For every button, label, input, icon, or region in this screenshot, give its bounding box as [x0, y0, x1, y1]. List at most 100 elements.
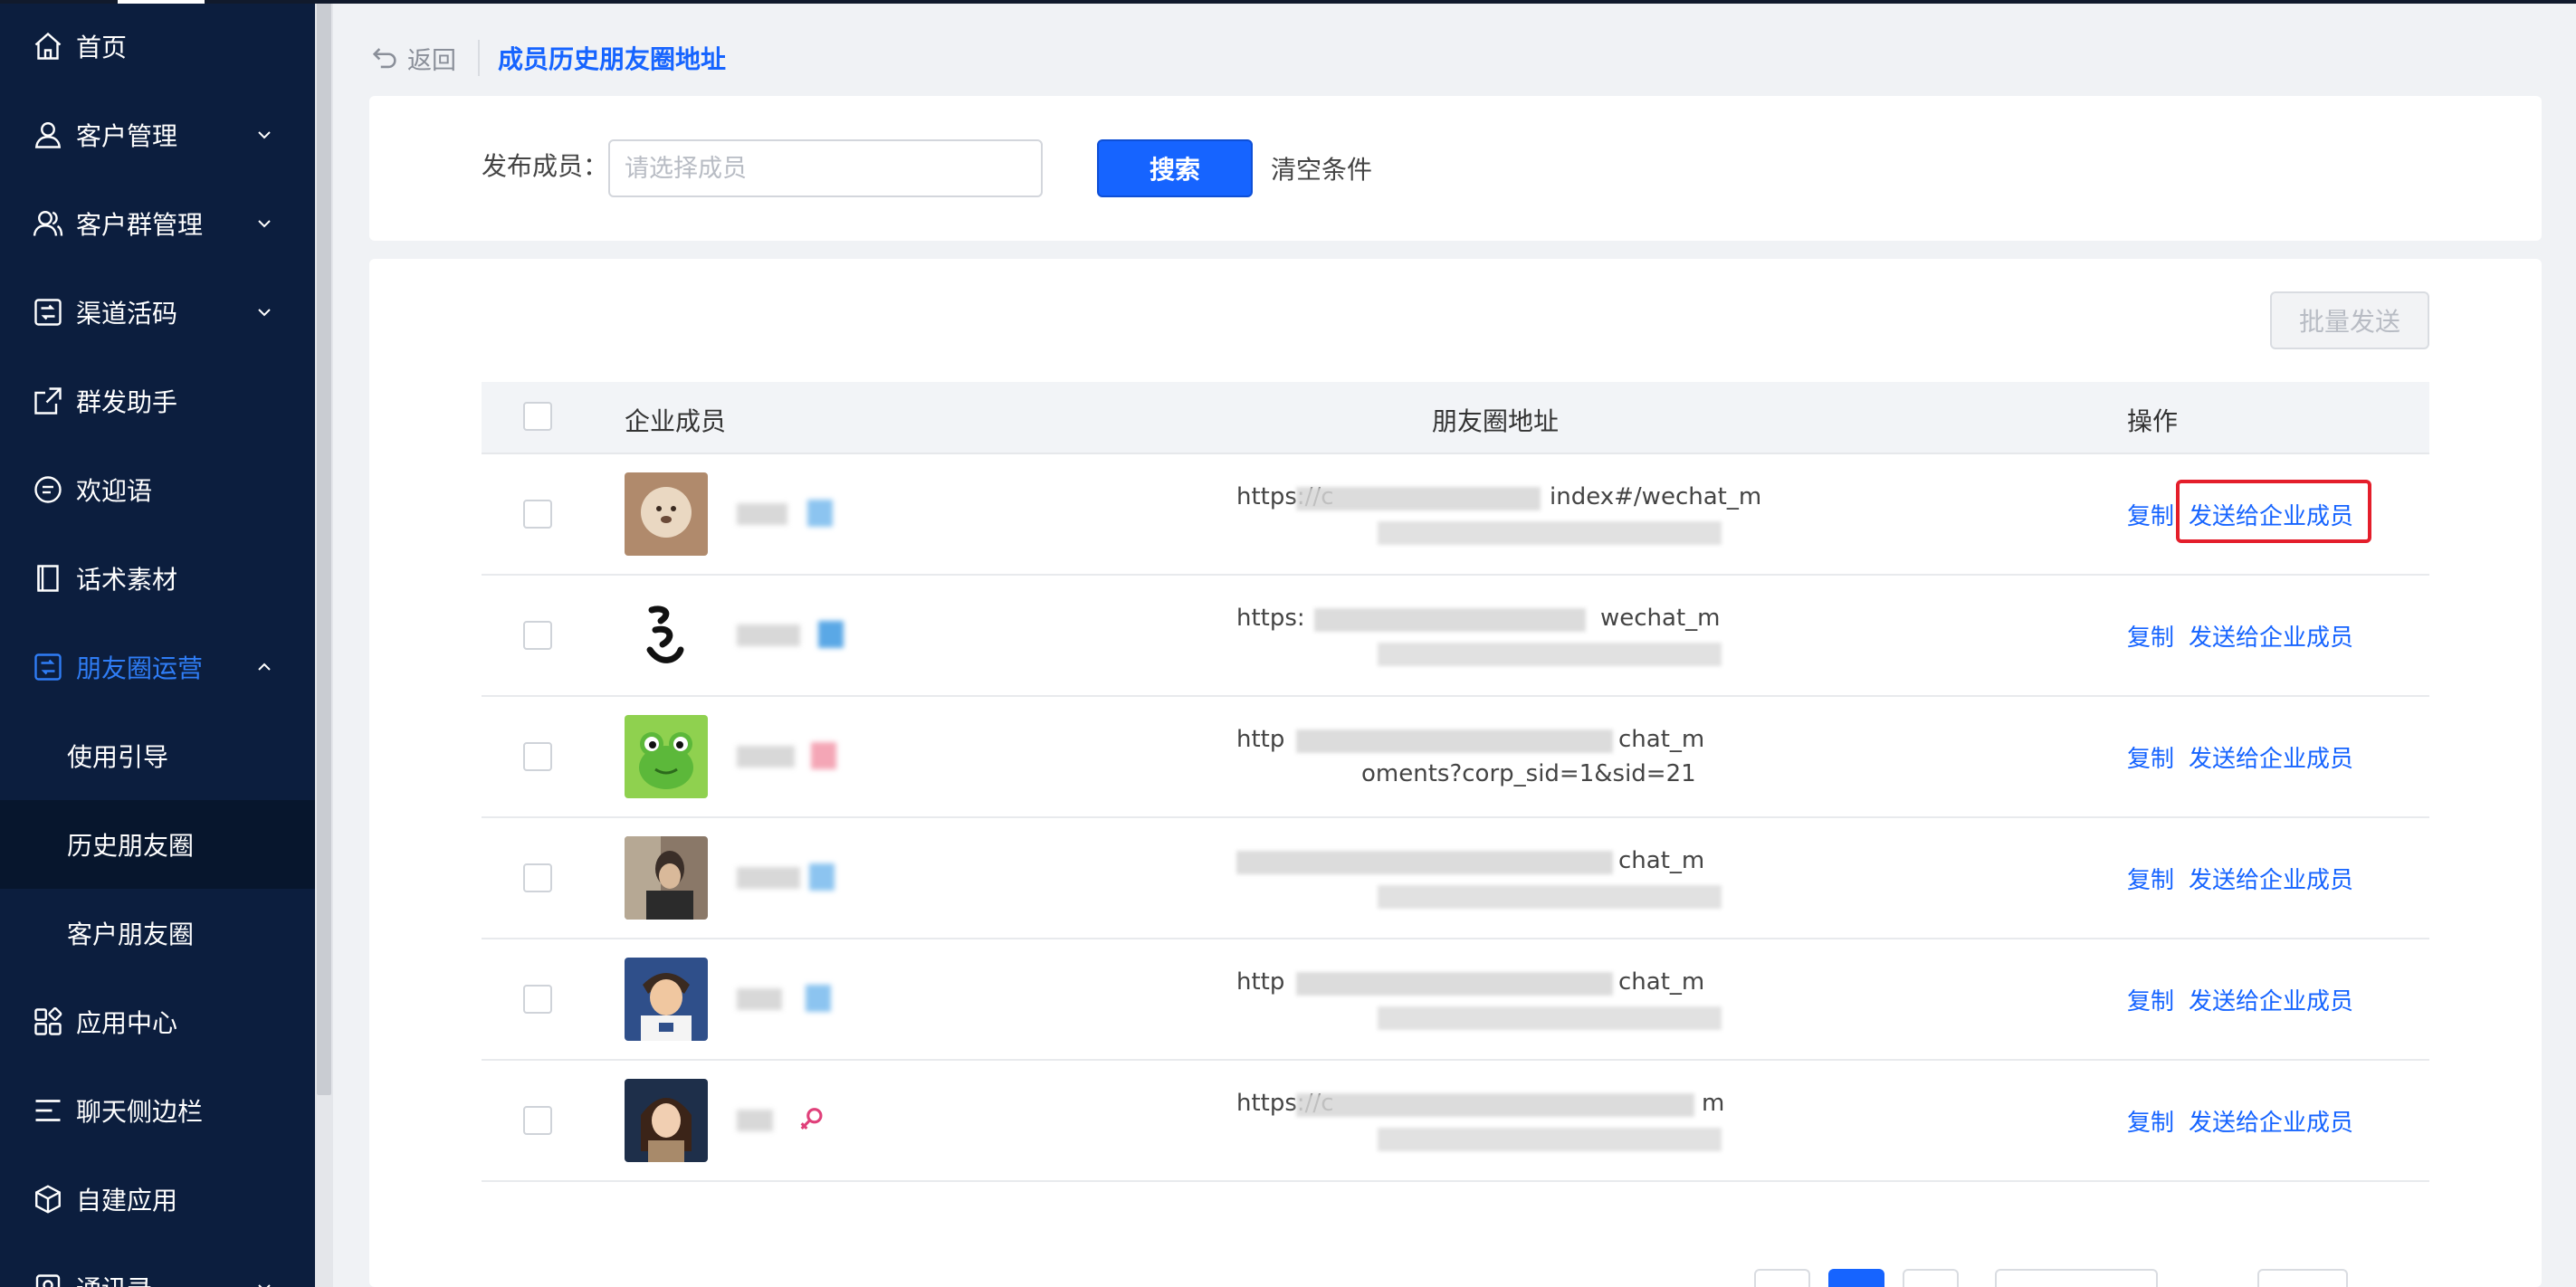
copy-link[interactable]: 复制 [2127, 1104, 2174, 1138]
moments-url-line-end: chat_m [1618, 847, 1705, 874]
url-redaction [1378, 885, 1722, 909]
avatar [625, 594, 708, 677]
send-to-member-link[interactable]: 发送给企业成员 [2189, 740, 2353, 774]
table-row: http chat_m oments?corp_sid=1&sid=21 复制 … [482, 697, 2429, 818]
sidebar-item-customer-management[interactable]: 客户管理 [0, 91, 315, 179]
row-checkbox[interactable] [523, 500, 552, 529]
back-button[interactable]: 返回 [369, 38, 456, 78]
pagination-page-current[interactable] [1828, 1269, 1884, 1287]
avatar [625, 1079, 708, 1162]
sidebar-item-contacts[interactable]: 通讯录 [0, 1244, 315, 1287]
sidebar-item-mass-send[interactable]: 群发助手 [0, 357, 315, 445]
pagination-size-select[interactable] [1995, 1269, 2158, 1287]
sidebar-item-label: 客户群管理 [76, 210, 204, 240]
row-checkbox[interactable] [523, 742, 552, 771]
publisher-select-input[interactable] [608, 139, 1043, 197]
sidebar-item-label: 应用中心 [76, 1008, 178, 1038]
url-redaction [1378, 1006, 1722, 1030]
column-header-actions: 操作 [2127, 406, 2179, 436]
avatar [625, 958, 708, 1041]
chevron-down-icon [258, 220, 271, 228]
sidebar-item-channel-qrcode[interactable]: 渠道活码 [0, 268, 315, 357]
menu-lines-icon [31, 1093, 65, 1128]
row-checkbox[interactable] [523, 621, 552, 650]
copy-link[interactable]: 复制 [2127, 862, 2174, 895]
sidebar-item-scripts[interactable]: 话术素材 [0, 534, 315, 623]
pagination-next-button[interactable] [1903, 1269, 1959, 1287]
pagination-prev-button[interactable] [1754, 1269, 1810, 1287]
moments-url-line-end: chat_m [1618, 968, 1705, 996]
back-arrow-icon [372, 48, 396, 69]
moments-url-line: http [1236, 726, 1285, 753]
back-label: 返回 [407, 46, 456, 75]
sidebar-item-custom-apps[interactable]: 自建应用 [0, 1155, 315, 1244]
url-redaction [1296, 729, 1613, 753]
moments-url-line-end: m [1702, 1090, 1725, 1117]
member-name-redacted [737, 746, 795, 767]
avatar [625, 836, 708, 920]
table-row: https://c m 复制 发送给企业成员 [482, 1061, 2429, 1182]
url-redaction [1236, 851, 1613, 874]
apps-icon [31, 1005, 65, 1039]
moments-table-panel: 批量发送 企业成员 朋友圈地址 操作 https://c index#/wech… [369, 259, 2542, 1287]
row-checkbox[interactable] [523, 863, 552, 892]
sidebar-subitem-guide[interactable]: 使用引导 [0, 711, 315, 800]
sidebar-subitem-label: 客户朋友圈 [67, 920, 195, 949]
send-to-member-link[interactable]: 发送给企业成员 [2189, 619, 2353, 653]
moments-url-line: https: [1236, 605, 1305, 632]
table-row: https://c index#/wechat_m 复制 发送给企业成员 [482, 454, 2429, 576]
send-to-member-link[interactable]: 发送给企业成员 [2189, 983, 2353, 1016]
copy-link[interactable]: 复制 [2127, 983, 2174, 1016]
sidebar-scrollbar-thumb[interactable] [317, 0, 331, 1095]
member-tag-redacted [807, 500, 833, 527]
url-redaction [1378, 1128, 1722, 1151]
sidebar-item-home[interactable]: 首页 [0, 2, 315, 91]
row-checkbox[interactable] [523, 1106, 552, 1135]
table-header: 企业成员 朋友圈地址 操作 [482, 382, 2429, 454]
sidebar-item-app-center[interactable]: 应用中心 [0, 977, 315, 1066]
url-redaction [1296, 972, 1613, 996]
url-redaction [1378, 643, 1722, 666]
sidebar-item-chat-sidebar[interactable]: 聊天侧边栏 [0, 1066, 315, 1155]
member-tag-redacted [811, 742, 836, 769]
user-icon [31, 118, 65, 152]
sidebar-item-label: 自建应用 [76, 1186, 178, 1216]
sidebar-item-label: 群发助手 [76, 387, 178, 417]
sidebar-item-label: 首页 [76, 33, 128, 62]
moments-url-line-end: chat_m [1618, 726, 1705, 753]
member-name-redacted [737, 503, 787, 525]
moments-url-line-end: wechat_m [1600, 605, 1721, 632]
sidebar-item-welcome[interactable]: 欢迎语 [0, 445, 315, 534]
sidebar-item-group-management[interactable]: 客户群管理 [0, 179, 315, 268]
message-icon [31, 472, 65, 507]
select-all-checkbox[interactable] [523, 402, 552, 431]
table-row: https: wechat_m 复制 发送给企业成员 [482, 576, 2429, 697]
pagination-jump-input[interactable] [2257, 1269, 2348, 1287]
sidebar-subitem-history-moments[interactable]: 历史朋友圈 [0, 800, 315, 889]
moments-url-line-2: oments?corp_sid=1&sid=21 [1361, 760, 1696, 787]
copy-link[interactable]: 复制 [2127, 498, 2174, 531]
share-icon [31, 384, 65, 418]
copy-link[interactable]: 复制 [2127, 740, 2174, 774]
send-to-member-link[interactable]: 发送给企业成员 [2189, 1104, 2353, 1138]
copy-link[interactable]: 复制 [2127, 619, 2174, 653]
sidebar-item-label: 通讯录 [76, 1270, 152, 1287]
search-button[interactable]: 搜索 [1097, 139, 1253, 197]
url-redaction [1296, 487, 1541, 510]
send-to-member-link[interactable]: 发送给企业成员 [2189, 862, 2353, 895]
batch-send-button[interactable]: 批量发送 [2270, 291, 2429, 349]
row-checkbox[interactable] [523, 985, 552, 1014]
top-bar-marker [118, 0, 205, 4]
url-redaction [1314, 608, 1586, 632]
group-icon [31, 206, 65, 241]
book-icon [31, 561, 65, 596]
clear-filters-button[interactable]: 清空条件 [1271, 150, 1372, 186]
sidebar: 首页 客户管理 客户群管理 渠道活码 群发助手 欢迎语 话术素材 朋友圈运营 使… [0, 0, 315, 1287]
sidebar-subitem-customer-moments[interactable]: 客户朋友圈 [0, 889, 315, 977]
filter-panel: 发布成员： 搜索 清空条件 [369, 96, 2542, 241]
sidebar-item-moments[interactable]: 朋友圈运营 [0, 623, 315, 711]
column-header-member: 企业成员 [625, 406, 727, 436]
cube-icon [31, 1182, 65, 1216]
sidebar-item-label: 欢迎语 [76, 476, 153, 506]
moments-url-line: http [1236, 968, 1285, 996]
